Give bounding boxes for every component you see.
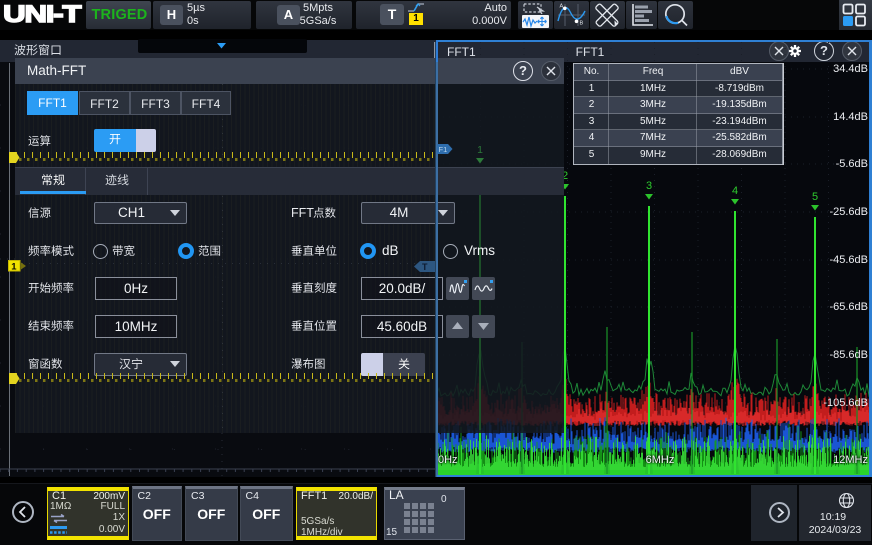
svg-text:A: A xyxy=(560,4,564,10)
svg-text:F1: F1 xyxy=(439,145,448,154)
svg-text:B: B xyxy=(580,21,584,27)
svg-text:1: 1 xyxy=(11,262,17,273)
svg-text:T: T xyxy=(422,262,428,272)
